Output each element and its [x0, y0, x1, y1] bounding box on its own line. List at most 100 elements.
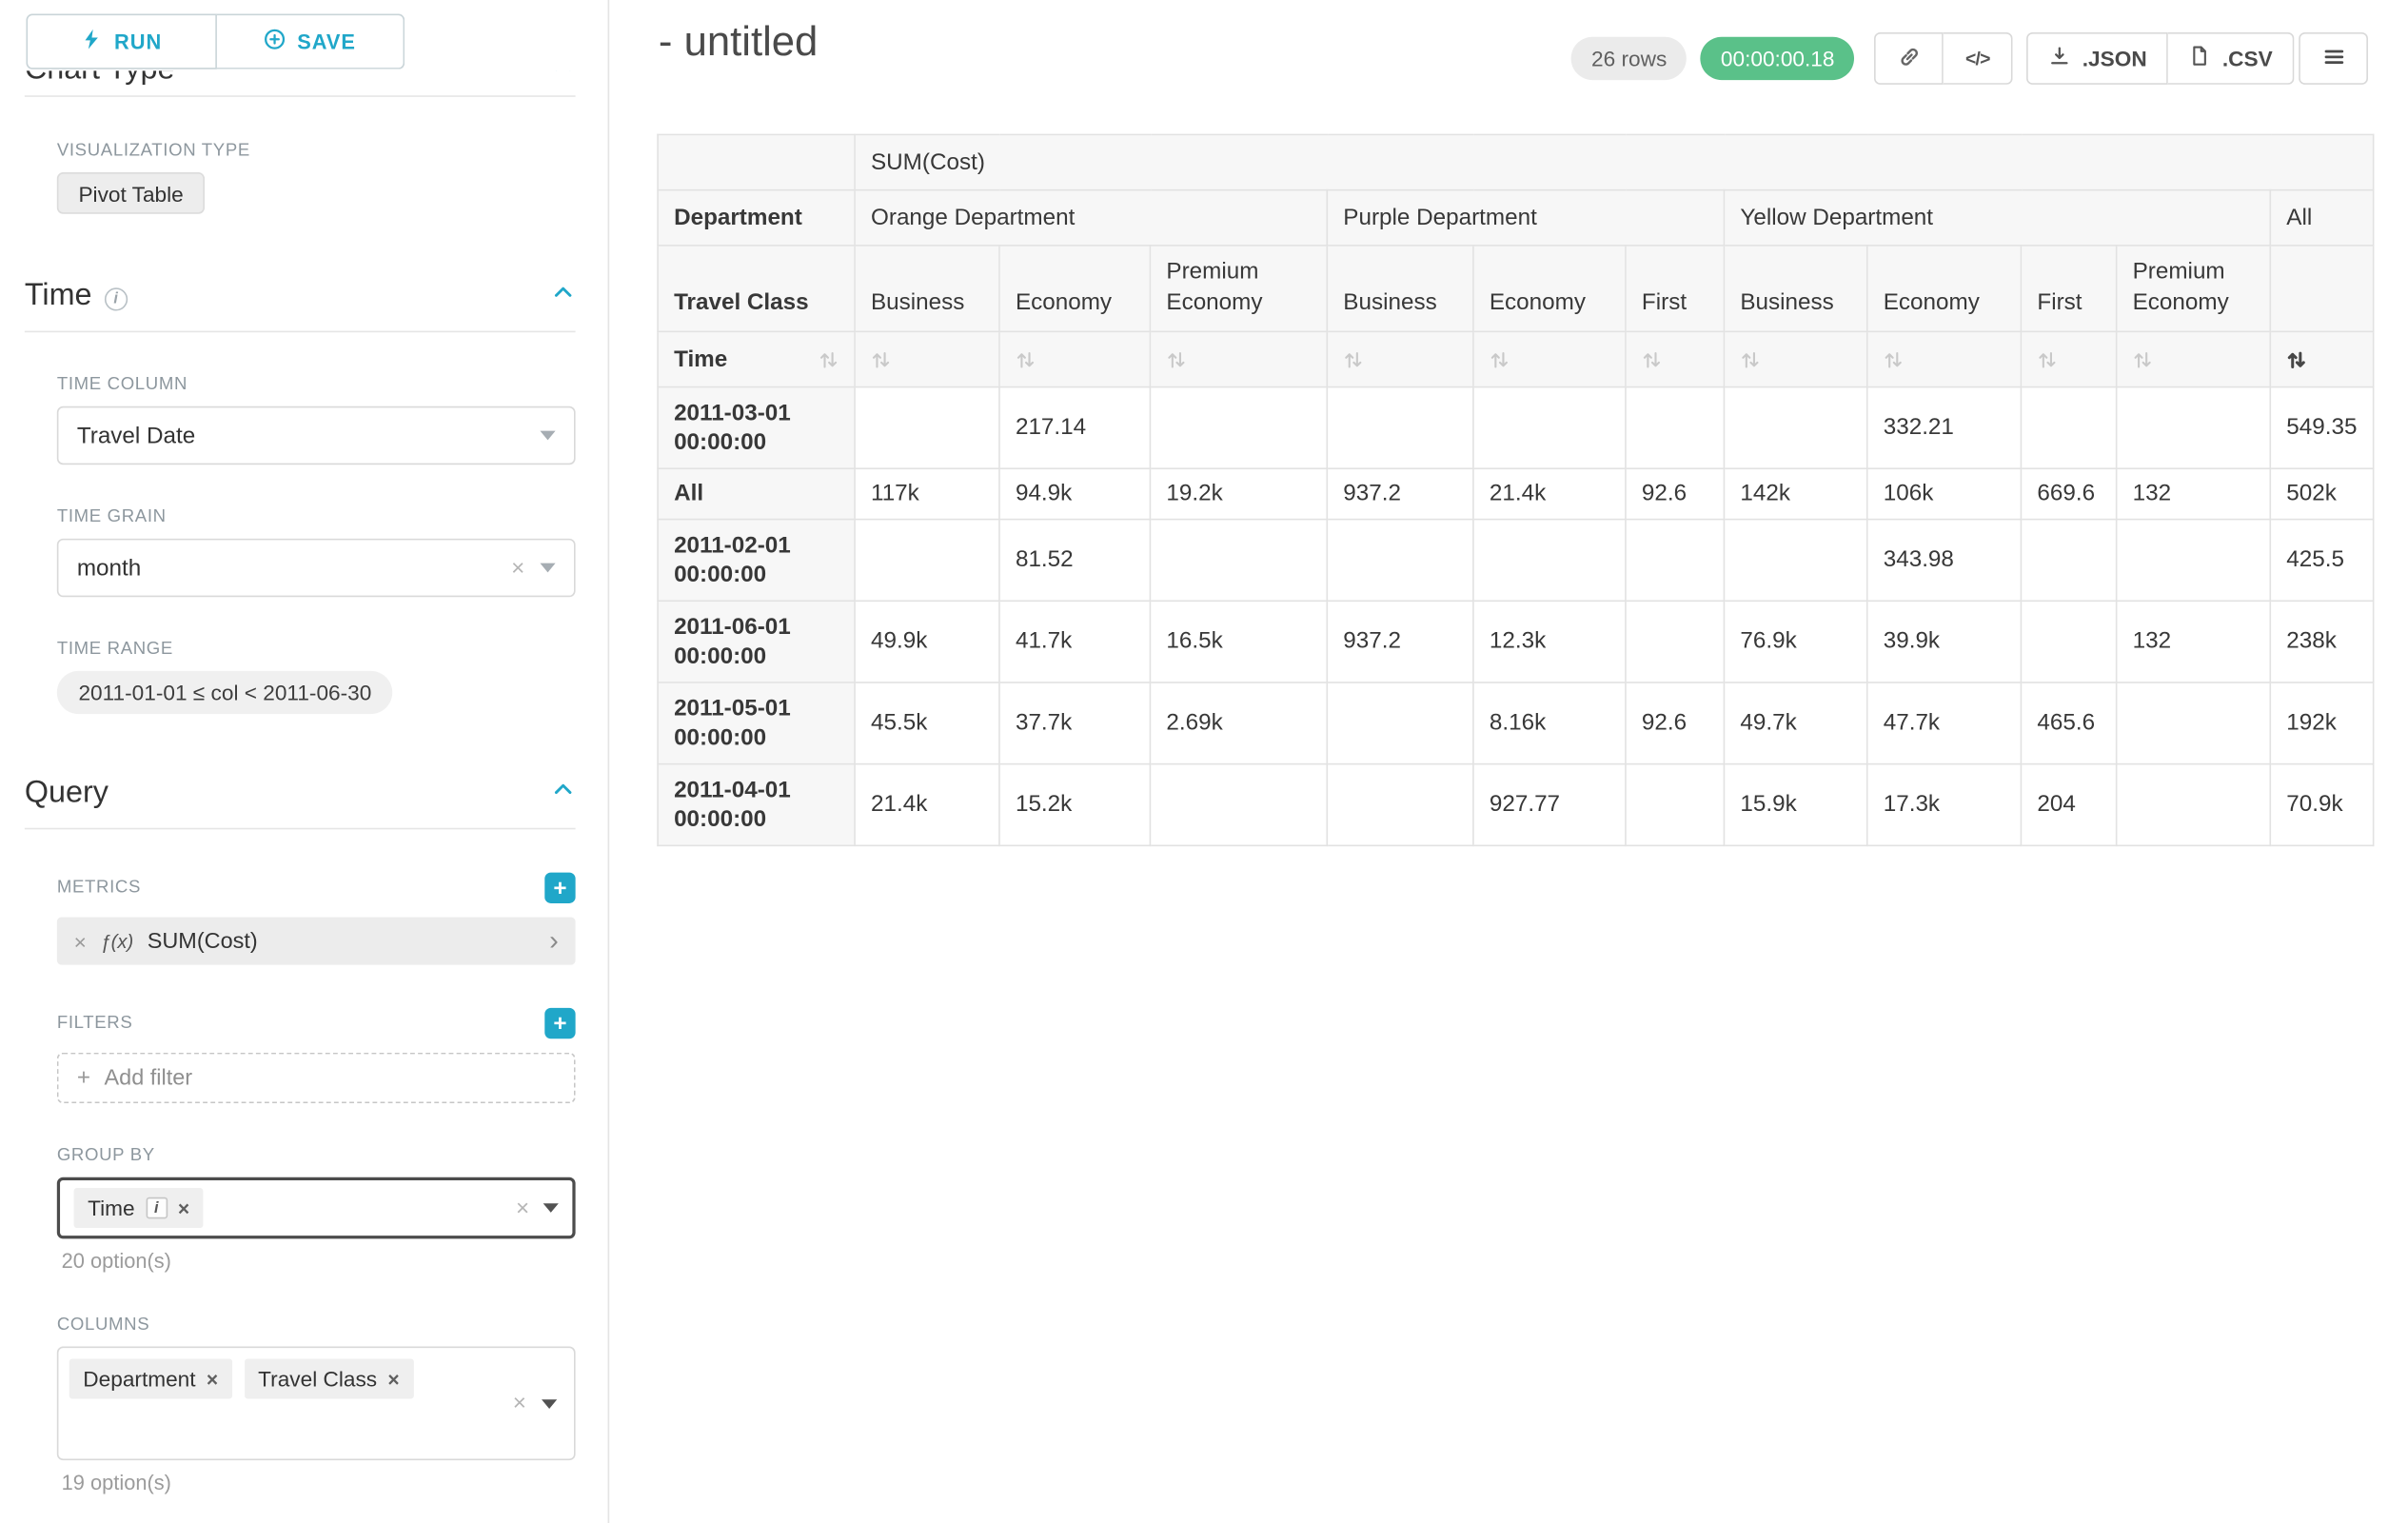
sort-active-desc-icon[interactable] — [2286, 349, 2306, 371]
sortable-column-cell[interactable] — [2270, 331, 2373, 386]
sortable-column-cell[interactable] — [855, 331, 999, 386]
column-header-cell: Business — [1327, 246, 1473, 332]
row-count-badge: 26 rows — [1571, 37, 1687, 80]
export-csv-button[interactable]: .CSV — [2168, 32, 2294, 85]
pivot-value-cell: 217.14 — [999, 387, 1150, 469]
pivot-value-cell: 465.6 — [2021, 682, 2116, 764]
chevron-up-icon[interactable] — [551, 280, 576, 312]
columns-select[interactable]: Department × Travel Class × × — [57, 1347, 576, 1461]
run-button[interactable]: RUN — [26, 14, 216, 69]
filters-label: FILTERS — [57, 1014, 133, 1032]
pivot-value-cell — [1724, 520, 1866, 602]
save-button[interactable]: SAVE — [216, 14, 405, 69]
column-group-header-cell: Orange Department — [855, 190, 1327, 246]
add-filter-dropzone[interactable]: + Add filter — [57, 1053, 576, 1103]
chart-title[interactable]: - untitled — [659, 18, 818, 66]
add-filter-plus-button[interactable]: + — [544, 1008, 575, 1038]
column-header-cell: Premium Economy — [2117, 246, 2271, 332]
save-button-label: SAVE — [297, 30, 356, 53]
download-icon — [2048, 45, 2071, 72]
clear-icon[interactable]: × — [513, 1392, 526, 1414]
sort-icon[interactable] — [1343, 349, 1363, 371]
pivot-value-cell: 2.69k — [1150, 682, 1327, 764]
sort-icon[interactable] — [2037, 349, 2057, 371]
row-level-travel-class-cell: Travel Class — [658, 246, 855, 332]
metric-chip[interactable]: × ƒ(x) SUM(Cost) › — [57, 917, 576, 964]
chevron-up-icon[interactable] — [551, 777, 576, 809]
chevron-right-icon[interactable]: › — [549, 925, 559, 953]
remove-chip-icon[interactable]: × — [178, 1198, 189, 1218]
export-json-button[interactable]: .JSON — [2027, 32, 2169, 85]
sort-icon[interactable] — [1166, 349, 1186, 371]
pivot-value-cell: 45.5k — [855, 682, 999, 764]
sort-icon[interactable] — [819, 348, 839, 370]
sortable-column-cell[interactable] — [1626, 331, 1724, 386]
remove-metric-icon[interactable]: × — [74, 930, 87, 952]
embed-code-button[interactable]: </> — [1944, 32, 2013, 85]
pivot-value-cell — [1626, 601, 1724, 682]
remove-chip-icon[interactable]: × — [387, 1369, 399, 1389]
section-header-query[interactable]: Query — [25, 776, 576, 830]
copy-link-button[interactable] — [1875, 32, 1944, 85]
add-metric-button[interactable]: + — [544, 873, 575, 903]
sort-icon[interactable] — [1016, 349, 1036, 371]
group-by-options-hint: 20 option(s) — [62, 1250, 576, 1273]
sortable-column-cell[interactable] — [1724, 331, 1866, 386]
pivot-value-cell — [2117, 682, 2271, 764]
column-header-cell: Business — [855, 246, 999, 332]
pivot-value-cell: 41.7k — [999, 601, 1150, 682]
section-header-time[interactable]: Time i — [25, 279, 576, 333]
time-column-select[interactable]: Travel Date — [57, 406, 576, 465]
time-column-value: Travel Date — [77, 423, 524, 448]
caret-down-icon — [543, 1203, 559, 1213]
row-level-time-cell: Time — [658, 331, 855, 386]
columns-chip[interactable]: Travel Class × — [245, 1358, 414, 1398]
sort-icon[interactable] — [871, 349, 891, 371]
sort-icon[interactable] — [1740, 349, 1760, 371]
pivot-value-cell: 76.9k — [1724, 601, 1866, 682]
clear-icon[interactable]: × — [516, 1197, 529, 1219]
metric-chip-label: SUM(Cost) — [148, 929, 258, 954]
visualization-type-button[interactable]: Pivot Table — [57, 172, 206, 214]
menu-button[interactable] — [2299, 32, 2368, 85]
sortable-column-cell[interactable] — [1150, 331, 1327, 386]
sort-icon[interactable] — [1884, 349, 1904, 371]
sortable-column-cell[interactable] — [1327, 331, 1473, 386]
remove-chip-icon[interactable]: × — [207, 1369, 218, 1389]
pivot-value-cell — [1327, 764, 1473, 846]
pivot-value-cell — [1473, 387, 1626, 469]
sortable-column-cell[interactable] — [999, 331, 1150, 386]
group-by-select[interactable]: Time i × × — [57, 1177, 576, 1239]
pivot-value-cell — [2117, 764, 2271, 846]
sort-icon[interactable] — [2133, 349, 2153, 371]
group-by-chip[interactable]: Time i × — [74, 1188, 204, 1228]
sortable-column-cell[interactable] — [1473, 331, 1626, 386]
sort-icon[interactable] — [1490, 349, 1510, 371]
columns-options-hint: 19 option(s) — [62, 1471, 576, 1493]
sortable-column-cell[interactable] — [2117, 331, 2271, 386]
columns-label: COLUMNS — [57, 1315, 576, 1334]
pivot-value-cell — [1626, 387, 1724, 469]
row-header-cell: 2011-05-01 00:00:00 — [658, 682, 855, 764]
pivot-value-cell: 204 — [2021, 764, 2116, 846]
pivot-value-cell — [1626, 520, 1724, 602]
pivot-value-cell — [2021, 601, 2116, 682]
sortable-column-cell[interactable] — [1867, 331, 2022, 386]
run-save-bar: RUN SAVE — [0, 0, 608, 70]
pivot-value-cell — [1473, 520, 1626, 602]
clear-icon[interactable]: × — [511, 556, 524, 579]
sortable-column-cell[interactable] — [2021, 331, 2116, 386]
pivot-value-cell: 927.77 — [1473, 764, 1626, 846]
column-group-header-cell: Purple Department — [1327, 190, 1724, 246]
columns-chip[interactable]: Department × — [69, 1358, 232, 1398]
caret-down-icon — [542, 1398, 557, 1408]
time-range-button[interactable]: 2011-01-01 ≤ col < 2011-06-30 — [57, 671, 393, 714]
export-json-label: .JSON — [2082, 46, 2147, 70]
sort-icon[interactable] — [1642, 349, 1662, 371]
pivot-value-cell: 19.2k — [1150, 468, 1327, 519]
pivot-value-cell: 669.6 — [2021, 468, 2116, 519]
pivot-value-cell — [1327, 387, 1473, 469]
pivot-value-cell: 21.4k — [855, 764, 999, 846]
time-grain-select[interactable]: month × — [57, 539, 576, 597]
pivot-value-cell — [2117, 520, 2271, 602]
